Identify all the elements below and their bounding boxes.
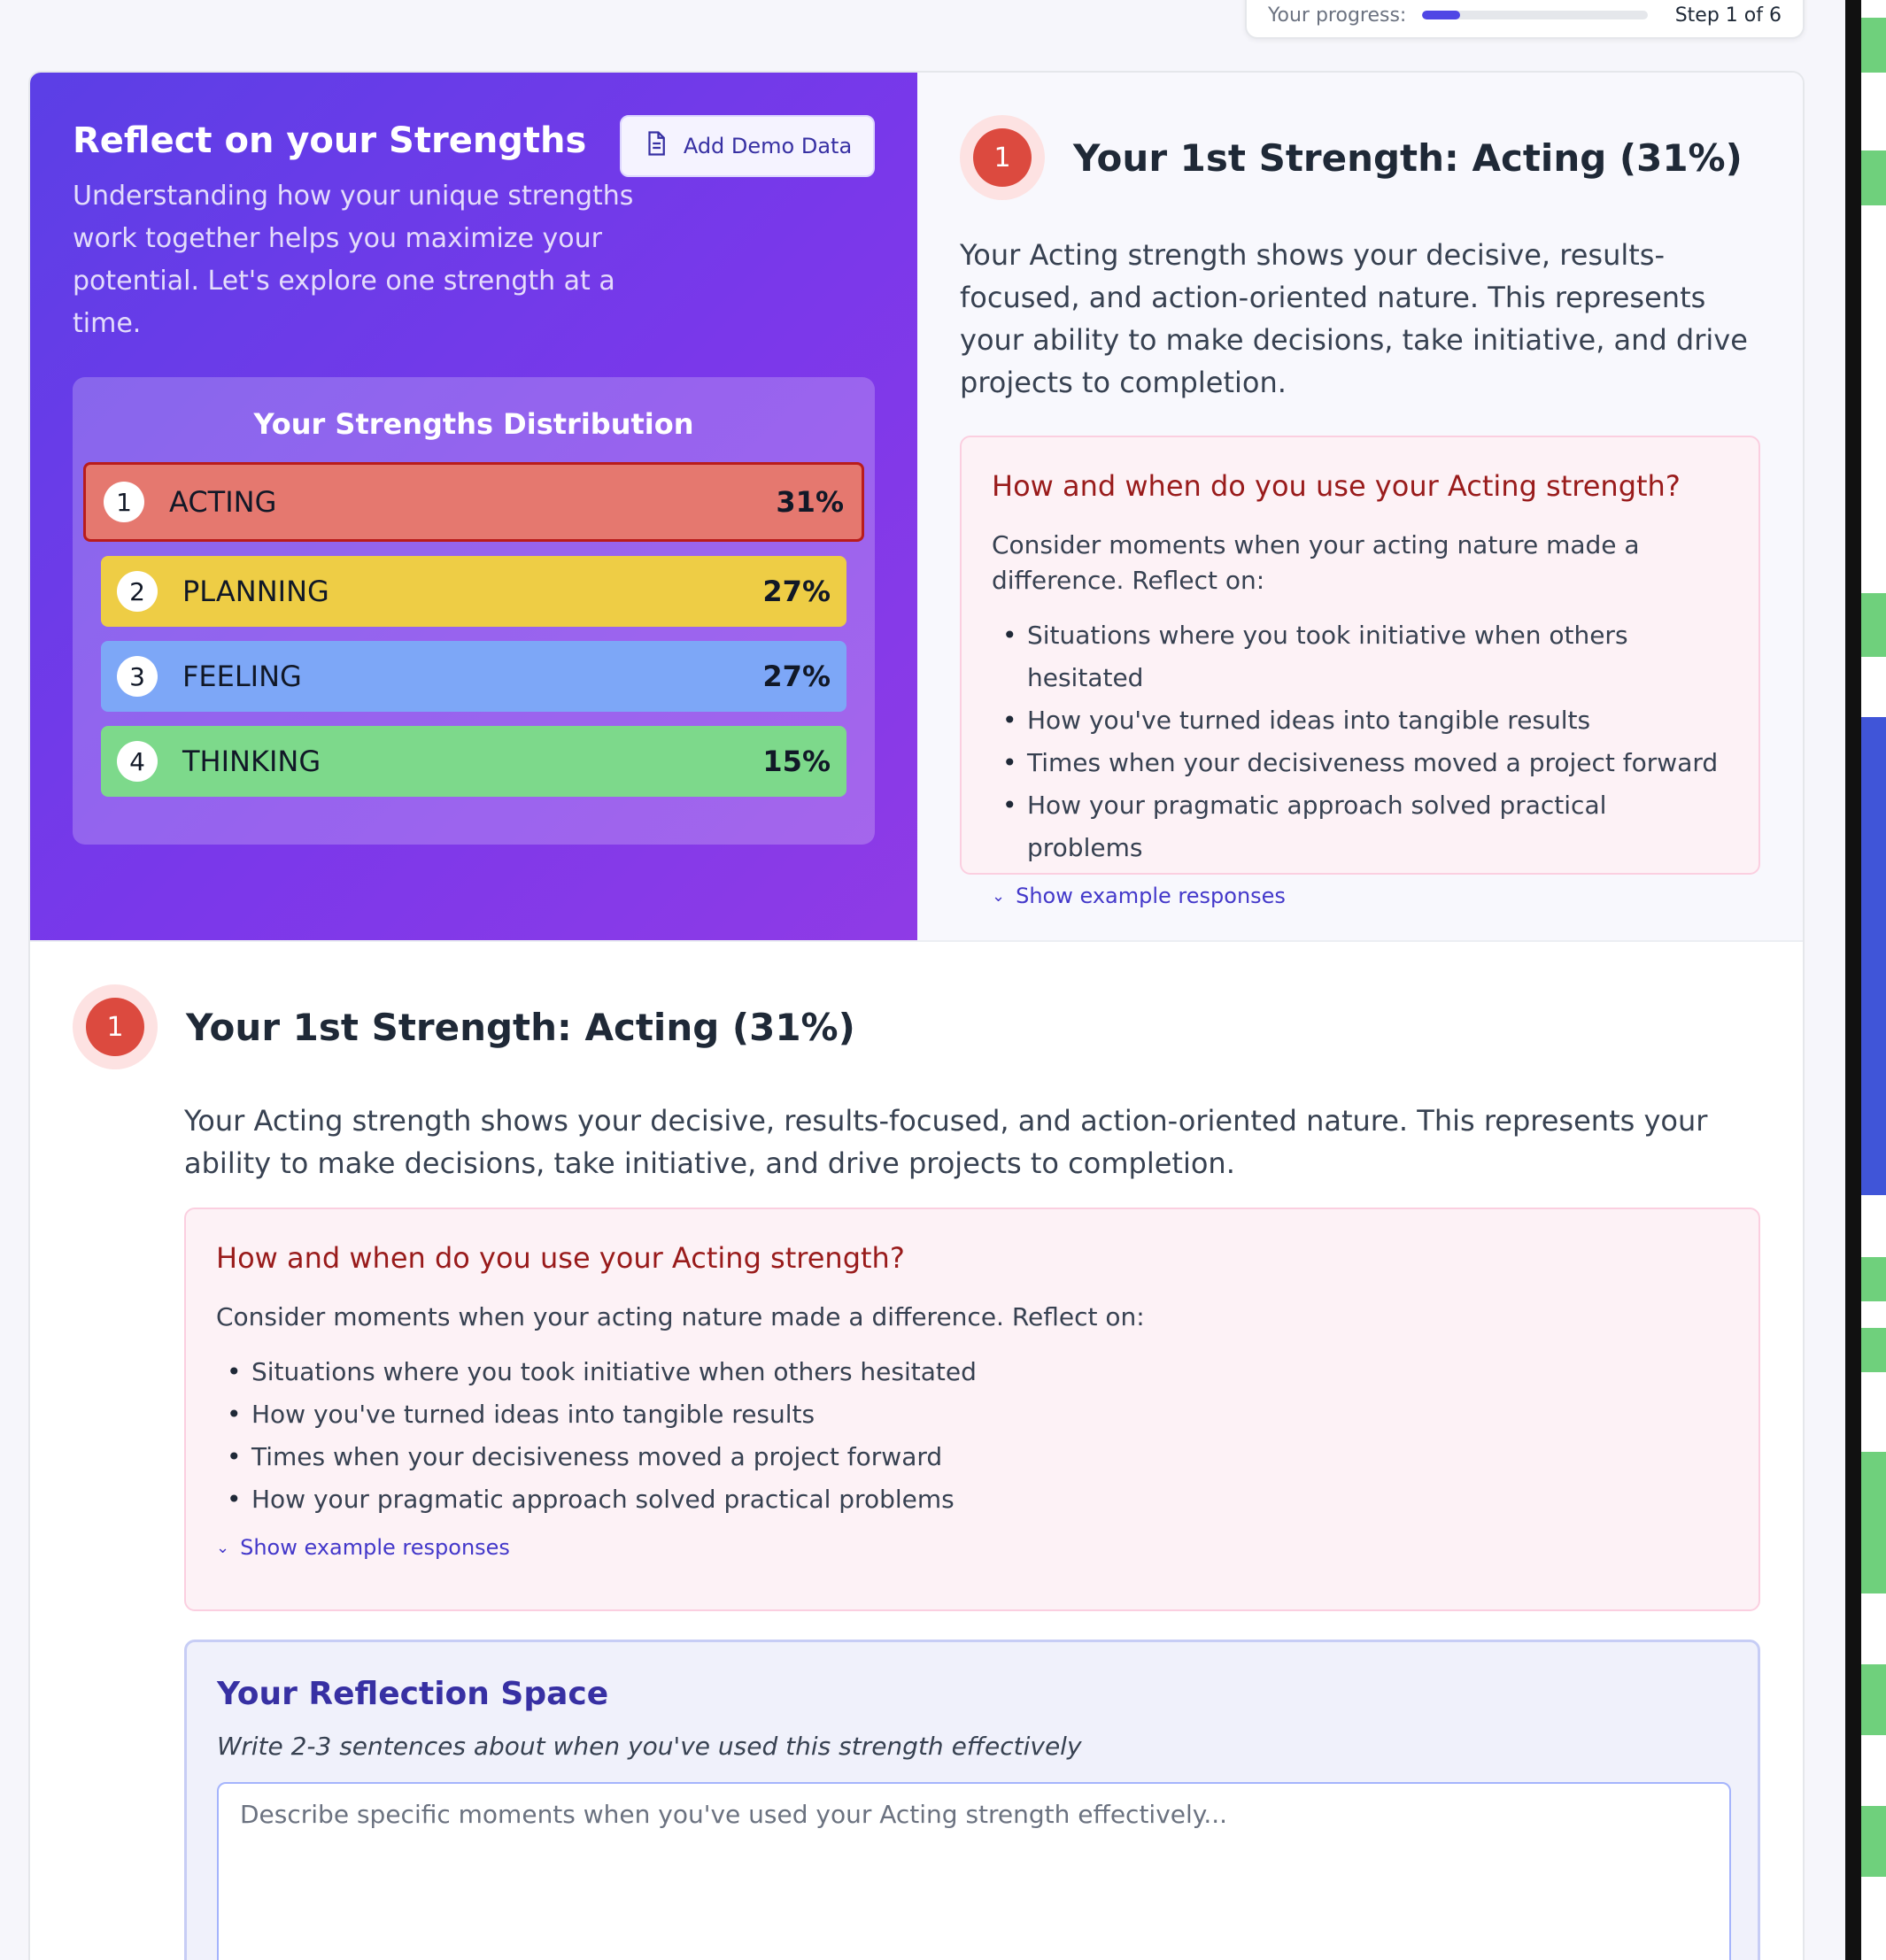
strength-summary-panel: 1 Your 1st Strength: Acting (31%) Your A… bbox=[917, 73, 1803, 940]
reflection-space-title: Your Reflection Space bbox=[217, 1676, 609, 1712]
edge-block bbox=[1861, 593, 1886, 657]
edge-block bbox=[1861, 1257, 1886, 1301]
adjacent-window-edge bbox=[1861, 0, 1886, 1960]
progress-indicator: Your progress: Step 1 of 6 bbox=[1245, 0, 1805, 39]
strength-name: PLANNING bbox=[182, 575, 329, 608]
show-examples-label: Show example responses bbox=[1016, 884, 1286, 908]
edge-block bbox=[1861, 1452, 1886, 1516]
strength-number: 1 bbox=[973, 128, 1032, 187]
show-example-responses-link[interactable]: ⌄ Show example responses bbox=[992, 884, 1728, 908]
strength-name: THINKING bbox=[182, 745, 321, 778]
edge-block bbox=[1861, 150, 1886, 205]
strength-bar-thinking[interactable]: 4 THINKING 15% bbox=[101, 726, 846, 797]
reflection-consider: Consider moments when your acting nature… bbox=[992, 530, 1640, 595]
strength-heading: Your 1st Strength: Acting (31%) bbox=[186, 1005, 855, 1049]
hero-panel: Reflect on your Strengths Understanding … bbox=[30, 73, 917, 940]
distribution-title: Your Strengths Distribution bbox=[253, 407, 694, 441]
strengths-card: Reflect on your Strengths Understanding … bbox=[28, 71, 1805, 1960]
strength-heading: Your 1st Strength: Acting (31%) bbox=[1073, 135, 1743, 180]
strength-number-badge: 1 bbox=[960, 115, 1045, 200]
strength-detail-section: 1 Your 1st Strength: Acting (31%) Your A… bbox=[30, 940, 1803, 1960]
strength-rank-badge: 2 bbox=[117, 571, 158, 612]
strength-rank-badge: 1 bbox=[104, 482, 144, 522]
reflection-prompt-box: How and when do you use your Acting stre… bbox=[960, 436, 1760, 908]
list-item: How your pragmatic approach solved pract… bbox=[992, 784, 1728, 869]
strength-percent: 27% bbox=[762, 575, 831, 608]
add-demo-data-button[interactable]: Add Demo Data bbox=[620, 115, 875, 177]
reflection-space: Your Reflection Space Write 2-3 sentence… bbox=[184, 1640, 1760, 1960]
edge-block bbox=[1861, 1328, 1886, 1372]
strength-rank-badge: 3 bbox=[117, 656, 158, 697]
chevron-down-icon: ⌄ bbox=[216, 1538, 230, 1557]
strength-rank-badge: 4 bbox=[117, 741, 158, 782]
reflection-prompt-box: How and when do you use your Acting stre… bbox=[184, 1208, 1760, 1611]
progress-bar-fill bbox=[1422, 11, 1460, 19]
reflection-question: How and when do you use your Acting stre… bbox=[992, 469, 1681, 503]
reflection-bullets: Situations where you took initiative whe… bbox=[216, 1351, 1728, 1521]
chevron-down-icon: ⌄ bbox=[992, 886, 1006, 906]
strength-description: Your Acting strength shows your decisive… bbox=[184, 1104, 1708, 1180]
strength-number-badge: 1 bbox=[73, 984, 158, 1069]
reflection-textarea[interactable] bbox=[217, 1782, 1731, 1960]
strength-number: 1 bbox=[86, 998, 144, 1056]
progress-step: Step 1 of 6 bbox=[1674, 4, 1782, 27]
strength-bar-planning[interactable]: 2 PLANNING 27% bbox=[101, 556, 846, 627]
strength-percent: 27% bbox=[762, 660, 831, 693]
list-item: How you've turned ideas into tangible re… bbox=[992, 699, 1728, 742]
edge-block bbox=[1861, 717, 1886, 1195]
list-item: Situations where you took initiative whe… bbox=[992, 614, 1728, 699]
hero-intro: Understanding how your unique strengths … bbox=[73, 181, 634, 339]
strength-header: 1 Your 1st Strength: Acting (31%) bbox=[960, 115, 1760, 200]
strength-name: ACTING bbox=[169, 485, 277, 519]
edge-block bbox=[1861, 1664, 1886, 1735]
strength-name: FEELING bbox=[182, 660, 302, 693]
list-item: How you've turned ideas into tangible re… bbox=[216, 1393, 1728, 1436]
list-item: How your pragmatic approach solved pract… bbox=[216, 1478, 1728, 1521]
edge-block bbox=[1861, 18, 1886, 73]
edge-block bbox=[1861, 1514, 1886, 1593]
list-item: Times when your decisiveness moved a pro… bbox=[216, 1436, 1728, 1478]
add-demo-data-label: Add Demo Data bbox=[683, 134, 853, 158]
strength-bar-acting[interactable]: 1 ACTING 31% bbox=[83, 462, 864, 542]
reflection-question: How and when do you use your Acting stre… bbox=[216, 1241, 905, 1275]
progress-label: Your progress: bbox=[1268, 4, 1407, 27]
reflection-consider: Consider moments when your acting nature… bbox=[216, 1302, 1145, 1331]
strength-percent: 15% bbox=[762, 745, 831, 778]
strength-percent: 31% bbox=[776, 485, 844, 519]
list-item: Situations where you took initiative whe… bbox=[216, 1351, 1728, 1393]
strength-bar-feeling[interactable]: 3 FEELING 27% bbox=[101, 641, 846, 712]
progress-bar bbox=[1422, 11, 1649, 19]
window-divider bbox=[1845, 0, 1861, 1960]
reflection-hint: Write 2-3 sentences about when you've us… bbox=[217, 1732, 1082, 1761]
hero-section: Reflect on your Strengths Understanding … bbox=[30, 73, 1803, 940]
document-icon bbox=[643, 130, 669, 162]
reflection-bullets: Situations where you took initiative whe… bbox=[992, 614, 1728, 869]
show-example-responses-link[interactable]: ⌄ Show example responses bbox=[216, 1535, 1728, 1560]
edge-block bbox=[1861, 1806, 1886, 1877]
strength-detail-body: Your Acting strength shows your decisive… bbox=[184, 1100, 1760, 1960]
show-examples-label: Show example responses bbox=[240, 1535, 510, 1560]
strength-description: Your Acting strength shows your decisive… bbox=[960, 238, 1748, 399]
strength-header: 1 Your 1st Strength: Acting (31%) bbox=[73, 984, 1760, 1069]
list-item: Times when your decisiveness moved a pro… bbox=[992, 742, 1728, 784]
strengths-distribution: Your Strengths Distribution 1 ACTING 31%… bbox=[73, 377, 875, 845]
